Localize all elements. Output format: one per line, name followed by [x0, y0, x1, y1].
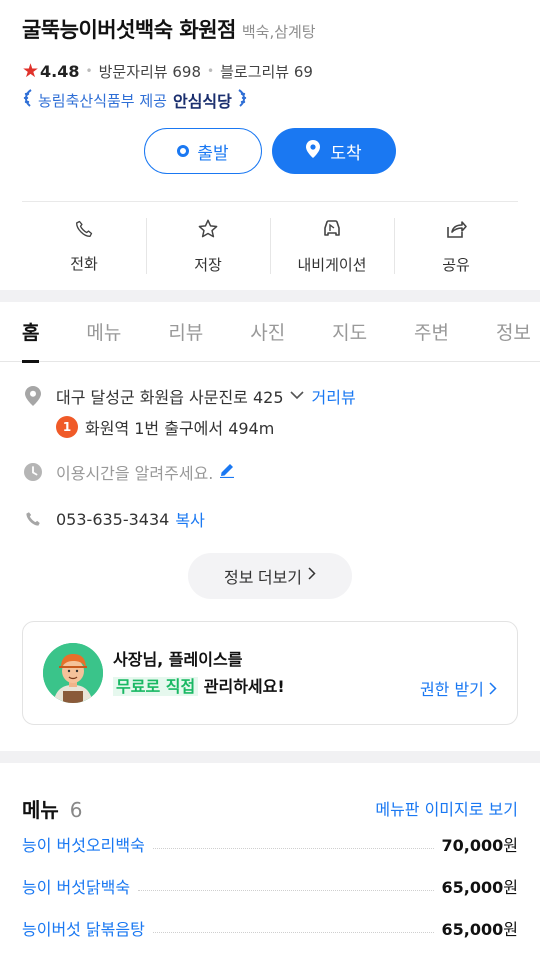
certification-row[interactable]: 농림축산식품부 제공 안심식당 [22, 87, 518, 113]
tab-info[interactable]: 정보 [496, 302, 531, 362]
street-view-link[interactable]: 거리뷰 [312, 384, 356, 408]
star-outline-icon [197, 218, 219, 244]
share-button[interactable]: 공유 [394, 202, 518, 290]
arrive-button[interactable]: 도착 [272, 128, 396, 174]
subway-distance: 화원역 1번 출구에서 494m [85, 419, 275, 438]
start-button[interactable]: 출발 [144, 128, 262, 174]
more-info-label: 정보 더보기 [223, 570, 303, 587]
info-section: 대구 달성군 화원읍 사문진로 425 거리뷰 1 화원역 1번 출구에서 49… [0, 383, 540, 599]
phone-number[interactable]: 053-635-3434 [56, 510, 169, 529]
laurel-left-icon [22, 88, 34, 112]
tab-nearby[interactable]: 주변 [414, 302, 449, 362]
subway-row: 1 화원역 1번 출구에서 494m [22, 413, 518, 441]
arrive-label: 도착 [330, 143, 362, 163]
menu-item-price: 70,000원 [441, 836, 518, 855]
chevron-down-icon[interactable] [289, 389, 304, 404]
save-button[interactable]: 저장 [146, 202, 270, 290]
call-button[interactable]: 전화 [22, 202, 146, 290]
navigation-button[interactable]: 내비게이션 [270, 202, 394, 290]
phone-icon [74, 219, 94, 243]
car-icon [320, 218, 344, 244]
menu-title-label: 메뉴 [22, 797, 59, 822]
subway-line-badge: 1 [56, 416, 78, 438]
phone-icon [22, 510, 44, 528]
place-header: 굴뚝능이버섯백숙 화원점 백숙,삼계탕 ★ 4.48 • 방문자리뷰 698 •… [0, 0, 540, 174]
visitor-reviews-link[interactable]: 방문자리뷰 698 [99, 61, 201, 82]
menu-count: 6 [69, 797, 83, 822]
chevron-right-icon [489, 680, 497, 699]
section-gap [0, 751, 540, 763]
menu-item-price: 65,000원 [441, 878, 518, 897]
menu-item-price: 65,000원 [441, 920, 518, 939]
hours-row[interactable]: 이용시간을 알려주세요. [22, 459, 518, 485]
leader-line [152, 847, 434, 849]
tab-map[interactable]: 지도 [332, 302, 367, 362]
owner-card-text: 사장님, 플레이스를 무료로 직접 관리하세요! [113, 646, 285, 700]
location-pin-icon [306, 139, 321, 163]
tab-bar: 홈 메뉴 리뷰 사진 지도 주변 정보 [0, 302, 540, 363]
place-category: 백숙,삼계탕 [241, 23, 316, 41]
leader-line [152, 931, 434, 933]
address-text: 대구 달성군 화원읍 사문진로 425 [56, 388, 284, 407]
owner-line2: 무료로 직접 관리하세요! [113, 673, 285, 700]
call-label: 전화 [70, 254, 98, 273]
get-permission-label: 권한 받기 [419, 680, 484, 699]
tab-home[interactable]: 홈 [22, 302, 40, 363]
menu-title: 메뉴 6 [22, 794, 83, 823]
separator-dot: • [85, 64, 93, 78]
tab-reviews[interactable]: 리뷰 [168, 302, 203, 362]
pencil-icon[interactable] [219, 462, 235, 482]
save-label: 저장 [194, 255, 222, 274]
owner-claim-card[interactable]: 사장님, 플레이스를 무료로 직접 관리하세요! 권한 받기 [22, 621, 518, 725]
chevron-right-icon [308, 567, 316, 585]
origin-dot-icon [177, 145, 190, 157]
menu-item-name: 능이 버섯오리백숙 [22, 836, 145, 855]
route-buttons: 출발 도착 [22, 128, 518, 174]
share-label: 공유 [442, 255, 470, 274]
leader-line [138, 889, 434, 891]
menu-item-name: 능이버섯 닭볶음탕 [22, 920, 145, 939]
certification-source: 농림축산식품부 제공 [38, 91, 167, 110]
place-title: 굴뚝능이버섯백숙 화원점 [22, 18, 236, 42]
get-permission-link[interactable]: 권한 받기 [420, 676, 497, 700]
map-pin-icon [22, 386, 44, 406]
share-icon [444, 218, 468, 244]
laurel-right-icon [236, 88, 248, 112]
menu-section: 메뉴 6 메뉴판 이미지로 보기 능이 버섯오리백숙 70,000원 능이 버섯… [0, 793, 540, 949]
star-icon: ★ [22, 59, 40, 82]
clock-icon [22, 462, 44, 482]
section-gap [0, 290, 540, 302]
owner-line2-rest: 관리하세요! [203, 677, 285, 696]
rating-row: ★ 4.48 • 방문자리뷰 698 • 블로그리뷰 69 [22, 58, 518, 84]
tab-menu[interactable]: 메뉴 [86, 302, 121, 362]
menu-image-link[interactable]: 메뉴판 이미지로 보기 [375, 796, 518, 820]
rating-value: 4.48 [40, 61, 80, 81]
navigation-label: 내비게이션 [297, 255, 367, 274]
more-info-button[interactable]: 정보 더보기 [188, 553, 352, 599]
menu-header: 메뉴 6 메뉴판 이미지로 보기 [22, 793, 518, 823]
address-row: 대구 달성군 화원읍 사문진로 425 거리뷰 [22, 383, 518, 409]
separator-dot: • [207, 64, 215, 78]
start-label: 출발 [197, 143, 229, 163]
menu-item[interactable]: 능이 버섯오리백숙 70,000원 [22, 823, 518, 865]
menu-item[interactable]: 능이 버섯닭백숙 65,000원 [22, 865, 518, 907]
hours-prompt: 이용시간을 알려주세요. [56, 464, 214, 483]
menu-item[interactable]: 능이버섯 닭볶음탕 65,000원 [22, 907, 518, 949]
copy-phone-button[interactable]: 복사 [175, 507, 204, 531]
more-info-wrap: 정보 더보기 [22, 553, 518, 599]
owner-highlight: 무료로 직접 [113, 677, 199, 696]
owner-avatar [43, 643, 103, 703]
phone-row: 053-635-3434 복사 [22, 506, 518, 532]
owner-line1: 사장님, 플레이스를 [113, 650, 243, 669]
safe-restaurant-badge: 안심식당 [172, 92, 232, 111]
action-bar: 전화 저장 내비게이션 공유 [0, 202, 540, 290]
blog-reviews-link[interactable]: 블로그리뷰 69 [220, 61, 313, 82]
tab-photos[interactable]: 사진 [250, 302, 285, 362]
menu-item-name: 능이 버섯닭백숙 [22, 878, 131, 897]
